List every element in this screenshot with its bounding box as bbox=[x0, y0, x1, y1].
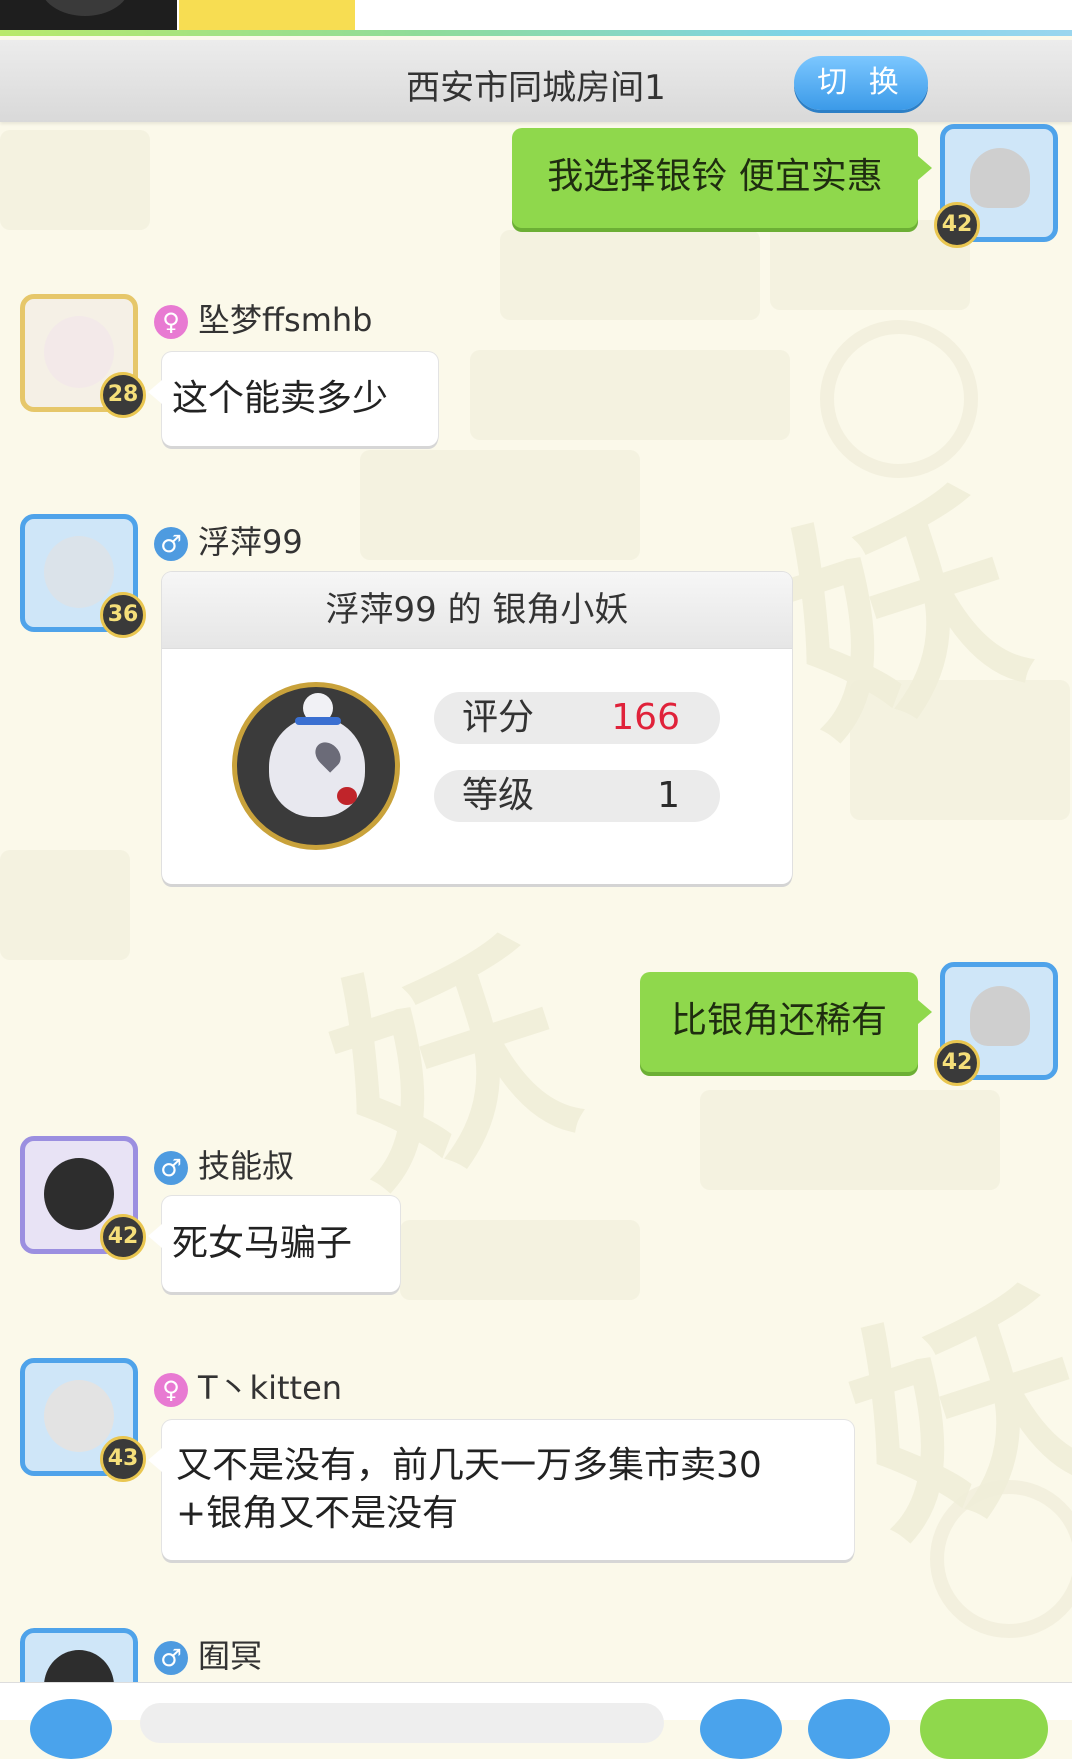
user-avatar[interactable]: 28 bbox=[20, 294, 146, 418]
switch-room-button[interactable]: 切 换 bbox=[794, 56, 928, 110]
score-value: 166 bbox=[611, 697, 680, 738]
card-title: 浮萍99 的 银角小妖 bbox=[162, 572, 792, 649]
message-text: 死女马骗子 bbox=[172, 1223, 353, 1264]
tab-2[interactable] bbox=[357, 0, 537, 30]
message-text: 我选择银铃 便宜实惠 bbox=[547, 156, 883, 197]
female-icon: ♀ bbox=[154, 1373, 188, 1407]
male-icon: ♂ bbox=[154, 1641, 188, 1675]
male-icon: ♂ bbox=[154, 527, 188, 561]
user-avatar[interactable]: 42 bbox=[20, 1136, 146, 1260]
message-bubble[interactable]: 又不是没有，前几天一万多集市卖30 +银角又不是没有 bbox=[148, 1420, 854, 1560]
sender-name[interactable]: ♀ 坠梦ffsmhb bbox=[154, 300, 373, 340]
message-bubble[interactable]: 这个能卖多少 bbox=[148, 352, 438, 446]
level-badge: 42 bbox=[100, 1214, 146, 1260]
message-text: 这个能卖多少 bbox=[172, 378, 389, 419]
score-stat: 评分 166 bbox=[434, 692, 720, 744]
level-badge: 36 bbox=[100, 592, 146, 638]
level-badge: 42 bbox=[934, 202, 980, 248]
my-message-bubble[interactable]: 我选择银铃 便宜实惠 bbox=[512, 128, 932, 228]
level-stat: 等级 1 bbox=[434, 770, 720, 822]
message-text-line: 又不是没有，前几天一万多集市卖30 bbox=[176, 1445, 762, 1486]
yokai-portrait bbox=[232, 682, 400, 850]
voice-button[interactable] bbox=[30, 1699, 112, 1759]
level-badge: 42 bbox=[934, 1040, 980, 1086]
top-tab-strip bbox=[0, 0, 1072, 30]
sender-name[interactable]: ♂ 技能叔 bbox=[154, 1146, 294, 1186]
male-icon: ♂ bbox=[154, 1151, 188, 1185]
yokai-share-card[interactable]: 浮萍99 的 银角小妖 评分 166 等级 1 bbox=[162, 572, 792, 884]
message-bubble[interactable]: 死女马骗子 bbox=[148, 1196, 400, 1292]
tab-5[interactable] bbox=[893, 0, 1072, 30]
tab-active[interactable] bbox=[178, 0, 358, 30]
bottom-input-bar bbox=[0, 1682, 1072, 1759]
chat-input[interactable] bbox=[140, 1703, 664, 1743]
user-avatar[interactable]: 36 bbox=[20, 514, 146, 638]
my-avatar[interactable]: 42 bbox=[934, 124, 1058, 248]
sender-name[interactable]: ♂ 浮萍99 bbox=[154, 522, 303, 562]
send-button[interactable] bbox=[920, 1699, 1048, 1759]
accent-line bbox=[0, 30, 1072, 36]
female-icon: ♀ bbox=[154, 305, 188, 339]
emoji-button[interactable] bbox=[700, 1699, 782, 1759]
level-value: 1 bbox=[657, 775, 680, 816]
more-button[interactable] bbox=[808, 1699, 890, 1759]
tab-3[interactable] bbox=[536, 0, 715, 30]
sender-name[interactable]: ♂ 囿冥 bbox=[154, 1636, 262, 1676]
user-avatar[interactable] bbox=[20, 1628, 138, 1682]
message-text-line: +银角又不是没有 bbox=[176, 1493, 459, 1534]
user-avatar[interactable]: 43 bbox=[20, 1358, 146, 1482]
sender-name[interactable]: ♀ T丶kitten bbox=[154, 1368, 342, 1408]
my-message-bubble[interactable]: 比银角还稀有 bbox=[640, 972, 932, 1072]
level-badge: 43 bbox=[100, 1436, 146, 1482]
level-badge: 28 bbox=[100, 372, 146, 418]
tab-4[interactable] bbox=[714, 0, 894, 30]
my-avatar[interactable]: 42 bbox=[934, 962, 1058, 1086]
room-header: 西安市同城房间1 切 换 bbox=[0, 40, 1072, 122]
message-text: 比银角还稀有 bbox=[670, 1000, 887, 1041]
